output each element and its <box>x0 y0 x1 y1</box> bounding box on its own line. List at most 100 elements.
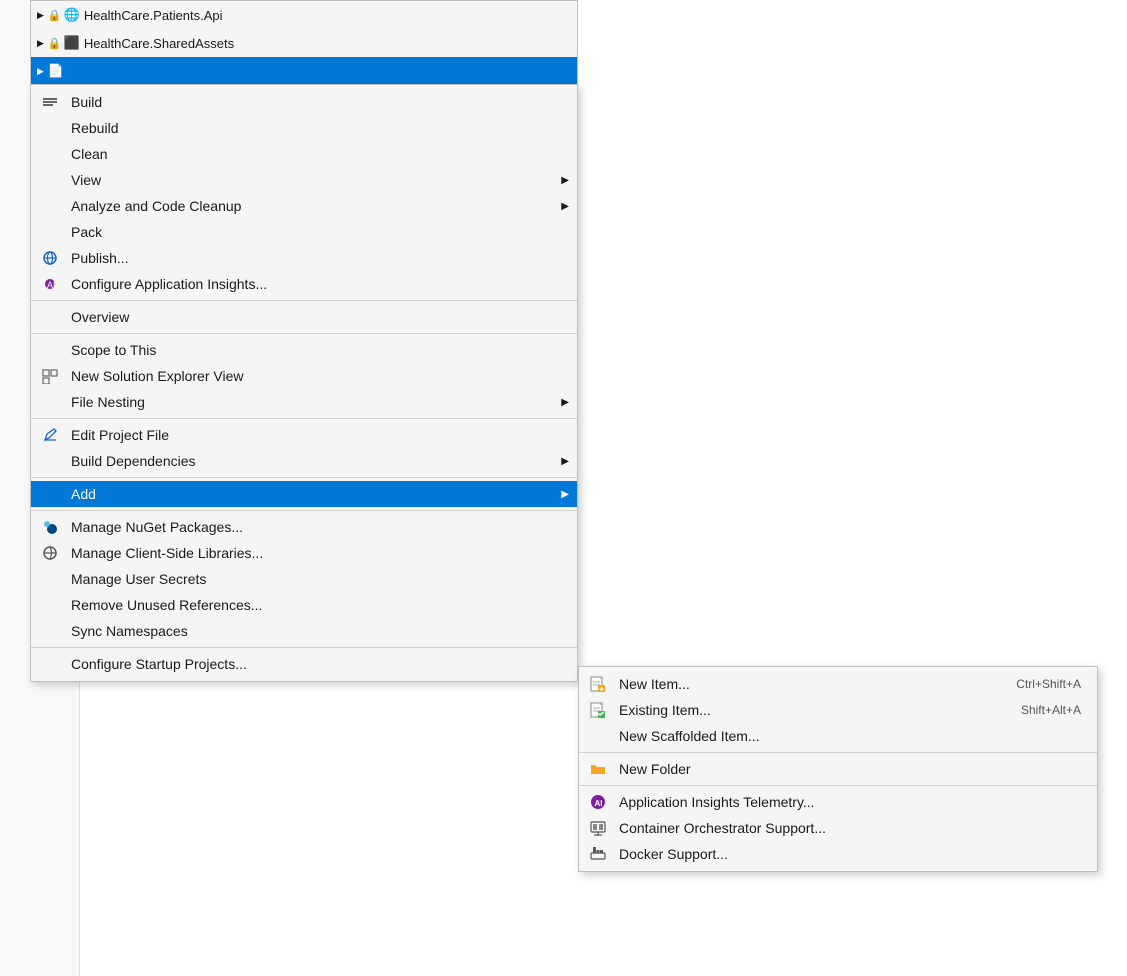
menu-item-publish[interactable]: Publish... <box>31 245 577 271</box>
submenu-label-new-item: New Item... <box>619 676 976 692</box>
submenu-item-docker-support[interactable]: Docker Support... <box>579 841 1097 867</box>
build-icon <box>39 91 61 113</box>
menu-label-sol-view: New Solution Explorer View <box>71 368 561 384</box>
menu-label-add: Add <box>71 486 561 502</box>
shortcut-new-item: Ctrl+Shift+A <box>976 677 1081 691</box>
submenu-item-new-item[interactable]: New Item... Ctrl+Shift+A <box>579 671 1097 697</box>
submenu-label-docker-support: Docker Support... <box>619 846 1081 862</box>
separator-4 <box>31 477 577 478</box>
menu-label-view: View <box>71 172 561 188</box>
arrow-file-nesting: ▶ <box>561 397 569 408</box>
sol-item-shared-assets[interactable]: ▶ 🔒 ⬛ HealthCare.SharedAssets <box>31 29 577 57</box>
submenu-label-container-orchestrator: Container Orchestrator Support... <box>619 820 1081 836</box>
sol-item-patients-api[interactable]: ▶ 🔒 🌐 HealthCare.Patients.Api <box>31 1 577 29</box>
menu-item-sol-view[interactable]: New Solution Explorer View <box>31 363 577 389</box>
publish-icon <box>39 247 61 269</box>
menu-item-insights[interactable]: AI Configure Application Insights... <box>31 271 577 297</box>
menu-item-file-nesting[interactable]: File Nesting ▶ <box>31 389 577 415</box>
submenu-label-existing-item: Existing Item... <box>619 702 981 718</box>
menu-item-view[interactable]: View ▶ <box>31 167 577 193</box>
menu-label-insights: Configure Application Insights... <box>71 276 561 292</box>
separator-6 <box>31 647 577 648</box>
menu-item-nuget[interactable]: Manage NuGet Packages... <box>31 514 577 540</box>
menu-item-build[interactable]: Build <box>31 89 577 115</box>
menu-label-configure-startup: Configure Startup Projects... <box>71 656 561 672</box>
menu-item-build-deps[interactable]: Build Dependencies ▶ <box>31 448 577 474</box>
existing-item-icon <box>587 699 609 721</box>
svg-text:AI: AI <box>595 799 603 808</box>
menu-item-user-secrets[interactable]: Manage User Secrets <box>31 566 577 592</box>
sub-separator-1 <box>579 752 1097 753</box>
menu-label-overview: Overview <box>71 309 561 325</box>
submenu-item-container-orchestrator[interactable]: Container Orchestrator Support... <box>579 815 1097 841</box>
expand-arrow-patients: ▶ <box>37 10 44 21</box>
submenu-label-scaffolded: New Scaffolded Item... <box>619 728 1081 744</box>
menu-item-remove-unused[interactable]: Remove Unused References... <box>31 592 577 618</box>
submenu-item-app-insights[interactable]: AI Application Insights Telemetry... <box>579 789 1097 815</box>
menu-label-remove-unused: Remove Unused References... <box>71 597 561 613</box>
expand-arrow-selected: ▶ <box>37 66 44 77</box>
docker-support-icon <box>587 843 609 865</box>
menu-label-edit-project: Edit Project File <box>71 427 561 443</box>
arrow-view: ▶ <box>561 175 569 186</box>
app-insights-add-icon: AI <box>587 791 609 813</box>
menu-label-file-nesting: File Nesting <box>71 394 561 410</box>
separator-5 <box>31 510 577 511</box>
separator-3 <box>31 418 577 419</box>
arrow-add: ▶ <box>561 489 569 500</box>
menu-label-publish: Publish... <box>71 250 561 266</box>
sol-item-selected[interactable]: ▶ 📄 <box>31 57 577 85</box>
menu-label-sync-ns: Sync Namespaces <box>71 623 561 639</box>
sol-label-shared: HealthCare.SharedAssets <box>84 36 234 51</box>
menu-item-add[interactable]: Add ▶ <box>31 481 577 507</box>
context-menu: Build Rebuild Clean View ▶ Analyze and C… <box>30 84 578 682</box>
menu-label-build: Build <box>71 94 561 110</box>
submenu-label-new-folder: New Folder <box>619 761 1081 777</box>
separator-2 <box>31 333 577 334</box>
shortcut-existing-item: Shift+Alt+A <box>981 703 1081 717</box>
insights-icon: AI <box>39 273 61 295</box>
menu-item-pack[interactable]: Pack <box>31 219 577 245</box>
menu-label-pack: Pack <box>71 224 561 240</box>
submenu-item-existing-item[interactable]: Existing Item... Shift+Alt+A <box>579 697 1097 723</box>
menu-item-sync-ns[interactable]: Sync Namespaces <box>31 618 577 644</box>
menu-label-build-deps: Build Dependencies <box>71 453 561 469</box>
add-submenu: New Item... Ctrl+Shift+A Existing Item..… <box>578 666 1098 872</box>
sol-view-icon <box>39 365 61 387</box>
client-libs-icon <box>39 542 61 564</box>
separator-1 <box>31 300 577 301</box>
menu-label-clean: Clean <box>71 146 561 162</box>
new-item-icon <box>587 673 609 695</box>
class-icon-shared: ⬛ <box>64 35 80 51</box>
submenu-item-new-folder[interactable]: New Folder <box>579 756 1097 782</box>
edit-project-icon <box>39 424 61 446</box>
menu-item-client-libs[interactable]: Manage Client-Side Libraries... <box>31 540 577 566</box>
menu-item-overview[interactable]: Overview <box>31 304 577 330</box>
menu-label-client-libs: Manage Client-Side Libraries... <box>71 545 561 561</box>
menu-item-analyze[interactable]: Analyze and Code Cleanup ▶ <box>31 193 577 219</box>
menu-label-rebuild: Rebuild <box>71 120 561 136</box>
lock-icon-patients: 🔒 <box>48 9 62 22</box>
globe-icon-patients: 🌐 <box>64 7 80 23</box>
menu-label-user-secrets: Manage User Secrets <box>71 571 561 587</box>
sol-label-patients: HealthCare.Patients.Api <box>84 8 223 23</box>
menu-item-clean[interactable]: Clean <box>31 141 577 167</box>
menu-item-configure-startup[interactable]: Configure Startup Projects... <box>31 651 577 677</box>
file-icon-selected: 📄 <box>48 63 64 79</box>
menu-item-edit-project[interactable]: Edit Project File <box>31 422 577 448</box>
menu-label-analyze: Analyze and Code Cleanup <box>71 198 561 214</box>
sub-separator-2 <box>579 785 1097 786</box>
nuget-icon <box>39 516 61 538</box>
expand-arrow-shared: ▶ <box>37 38 44 49</box>
menu-item-scope[interactable]: Scope to This <box>31 337 577 363</box>
submenu-label-app-insights: Application Insights Telemetry... <box>619 794 1081 810</box>
lock-icon-shared: 🔒 <box>48 37 62 50</box>
solution-header: ▶ 🔒 🌐 HealthCare.Patients.Api ▶ 🔒 ⬛ Heal… <box>30 0 578 85</box>
folder-icon <box>587 758 609 780</box>
submenu-item-scaffolded[interactable]: New Scaffolded Item... <box>579 723 1097 749</box>
menu-label-nuget: Manage NuGet Packages... <box>71 519 561 535</box>
menu-label-scope: Scope to This <box>71 342 561 358</box>
menu-item-rebuild[interactable]: Rebuild <box>31 115 577 141</box>
arrow-build-deps: ▶ <box>561 456 569 467</box>
svg-text:AI: AI <box>47 280 56 290</box>
